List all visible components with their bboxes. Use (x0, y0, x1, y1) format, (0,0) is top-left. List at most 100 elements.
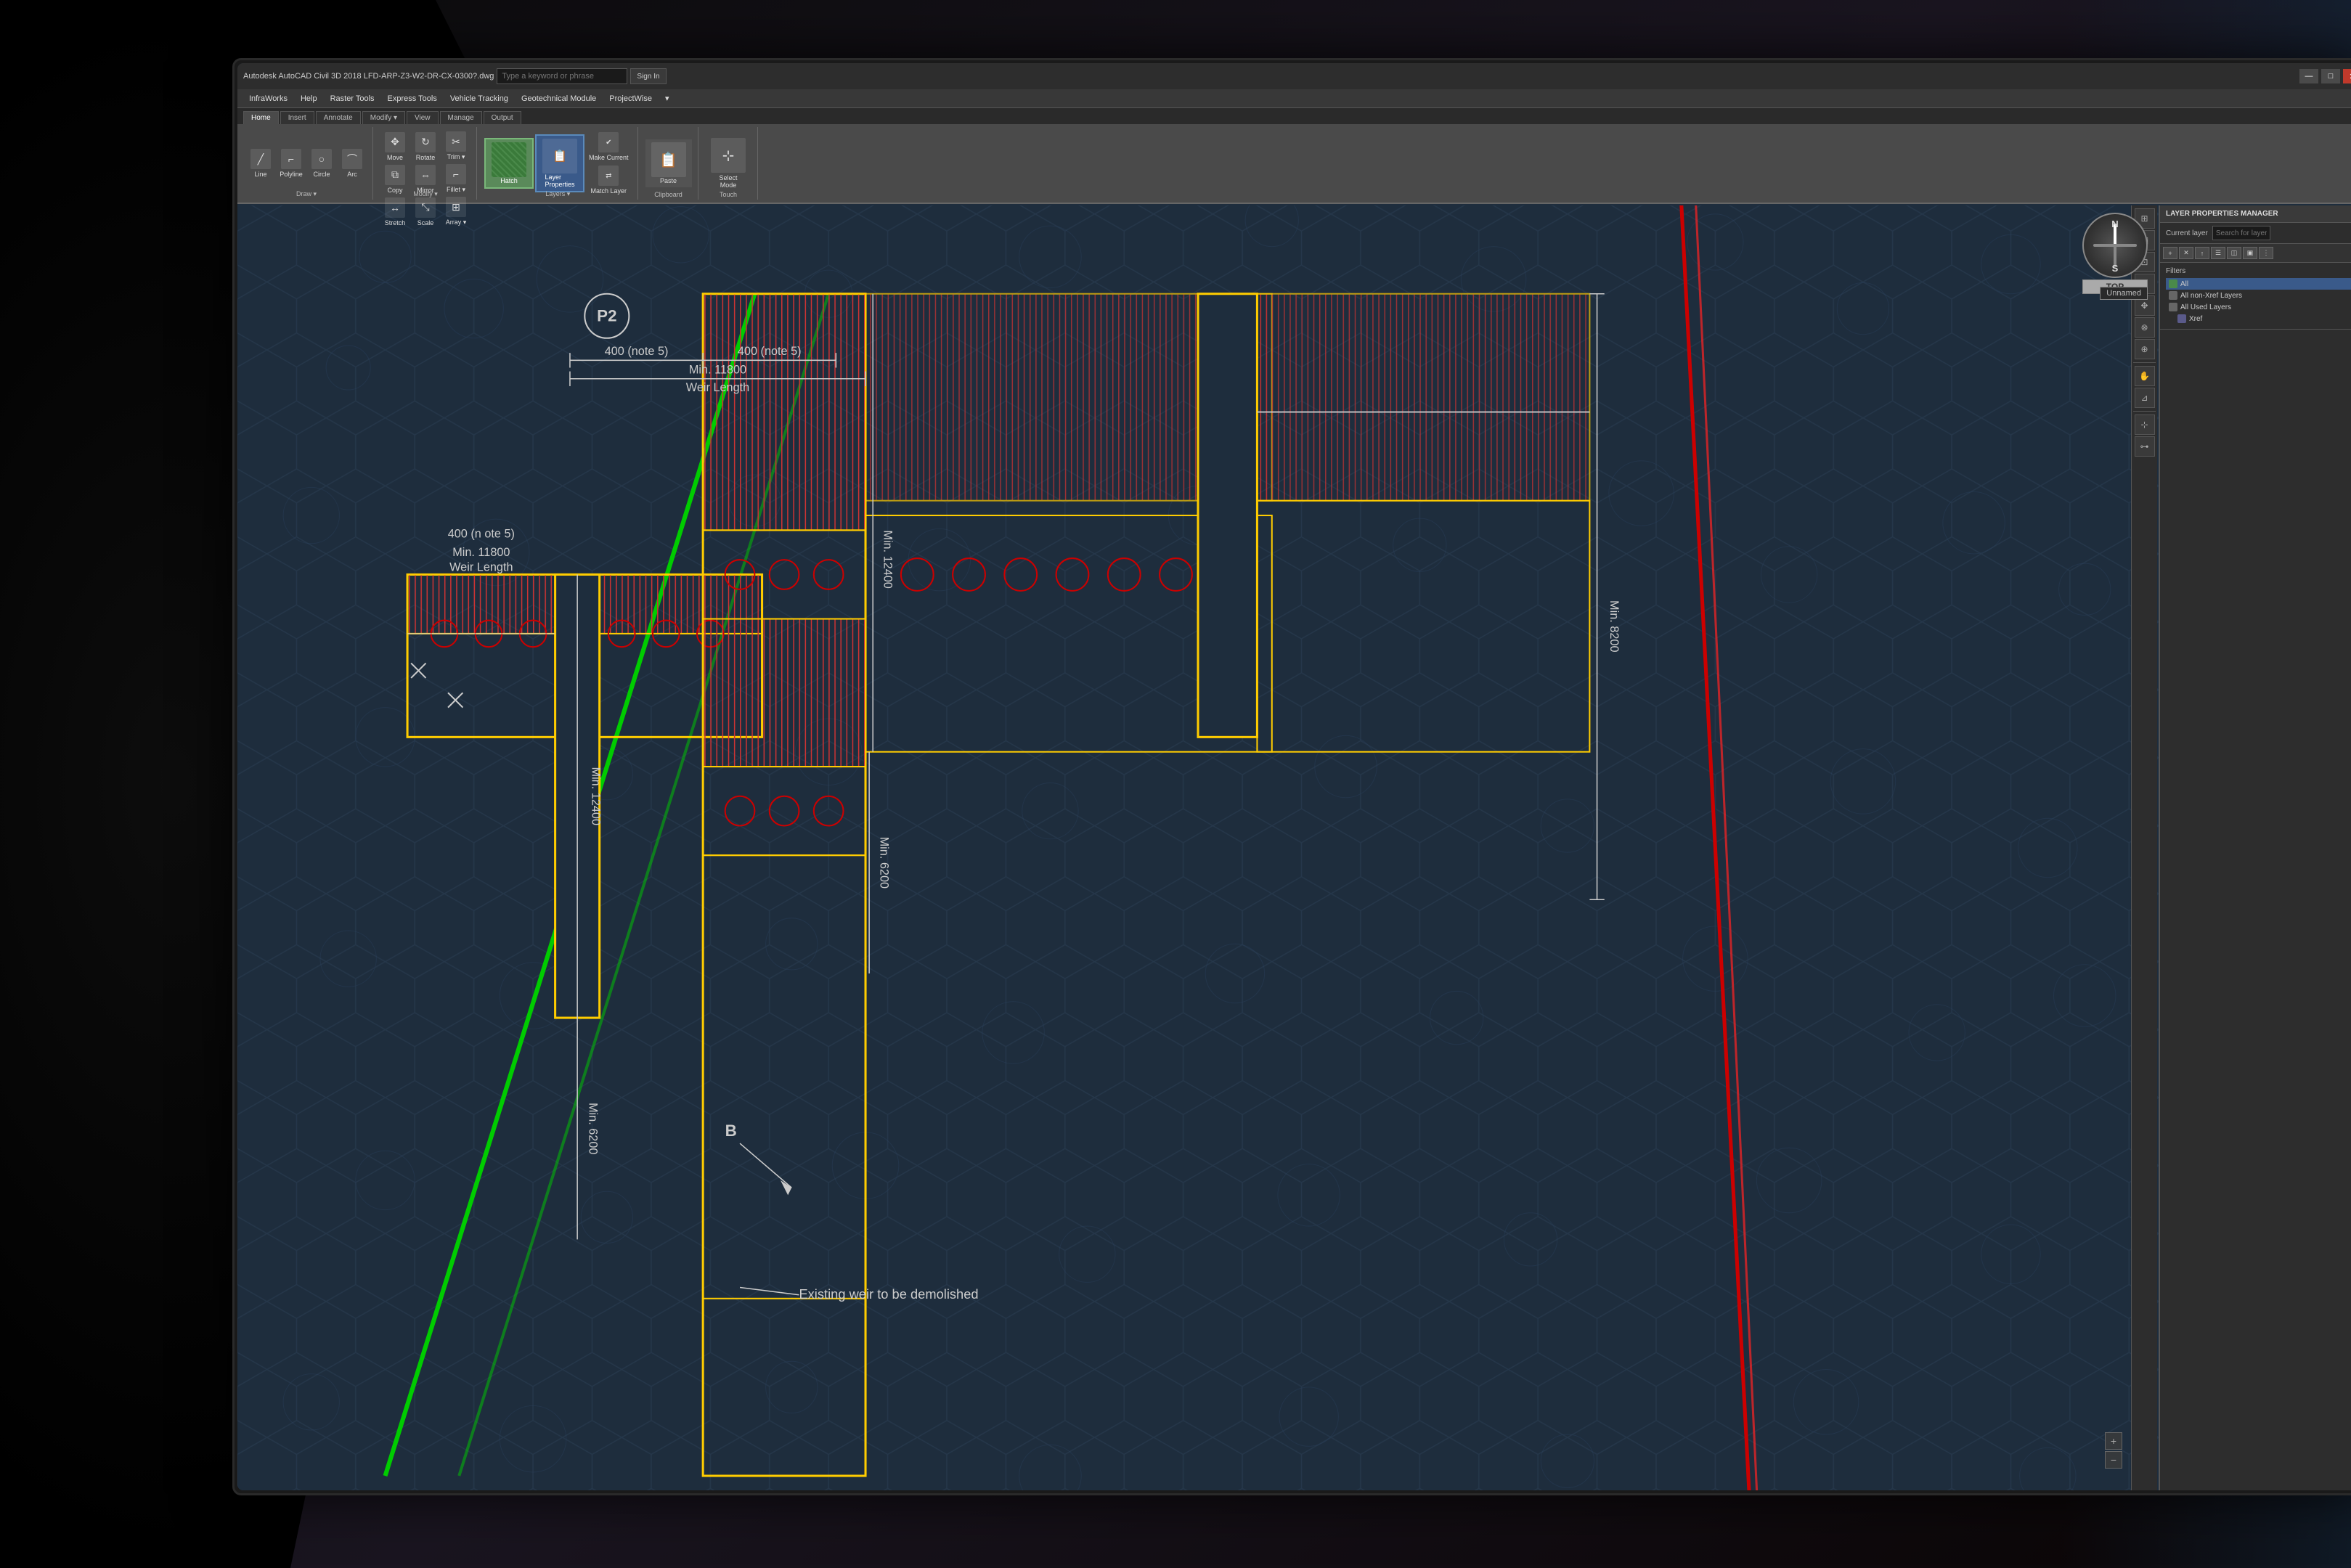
filter-xref[interactable]: Xref (2166, 313, 2351, 324)
filter-all[interactable]: All (2166, 278, 2351, 290)
rotate-button[interactable]: ↻ Rotate (411, 131, 440, 163)
stretch-label: Stretch (385, 219, 406, 226)
tab-annotate[interactable]: Annotate (316, 111, 361, 124)
stretch-button[interactable]: ↔ Stretch (380, 196, 410, 228)
copy-button[interactable]: ⧉ Copy (380, 163, 410, 195)
svg-text:Weir Length: Weir Length (686, 381, 749, 394)
filter-xref-label: Xref (2189, 315, 2202, 323)
line-button[interactable]: ╱ Line (246, 147, 275, 179)
stretch-icon: ↔ (385, 197, 405, 218)
trim-button[interactable]: ✂ Trim ▾ (441, 130, 470, 163)
modify-buttons-row1: ✥ Move ↻ Rotate ✂ Trim ▾ (380, 130, 470, 163)
clipboard-buttons: 📋 Paste (645, 130, 692, 197)
menu-more[interactable]: ▾ (659, 92, 675, 105)
paste-icon: 📋 (651, 142, 686, 177)
svg-text:P2: P2 (597, 306, 616, 324)
rt-btn-7[interactable]: ⊕ (2135, 339, 2155, 359)
circle-icon: ○ (311, 149, 332, 169)
layer-delete-button[interactable]: ✕ (2179, 247, 2193, 259)
menu-bar: InfraWorks Help Raster Tools Express Too… (237, 89, 2351, 108)
move-icon: ✥ (385, 132, 405, 152)
layer-properties-button[interactable]: 📋 LayerProperties (535, 134, 584, 192)
layer-add-button[interactable]: + (2163, 247, 2177, 259)
layer-refresh-button[interactable]: ▣ (2243, 247, 2257, 259)
svg-text:Min. 6200: Min. 6200 (586, 1103, 599, 1154)
scale-button[interactable]: ⤡ Scale (411, 196, 440, 228)
fillet-icon: ⌐ (446, 164, 466, 184)
tab-insert[interactable]: Insert (280, 111, 314, 124)
current-layer-label: Current layer (2166, 229, 2208, 237)
cad-drawing-area[interactable]: P2 400 (note 5) 400 (note 5) Min. 11800 … (237, 205, 2159, 1490)
scale-icon: ⤡ (415, 197, 436, 218)
make-current-label: Make Current (589, 154, 629, 161)
polyline-button[interactable]: ⌐ Polyline (277, 147, 306, 179)
zoom-out-button[interactable]: − (2105, 1451, 2122, 1469)
layer-search-input[interactable] (2212, 226, 2270, 240)
array-label: Array ▾ (446, 219, 467, 226)
trim-label: Trim ▾ (447, 153, 465, 161)
paste-button[interactable]: 📋 Paste (645, 139, 692, 187)
svg-text:400 (note 5): 400 (note 5) (738, 345, 802, 358)
tab-output[interactable]: Output (484, 111, 521, 124)
layer-settings-button[interactable]: ☰ (2211, 247, 2225, 259)
filter-non-xref[interactable]: All non-Xref Layers (2166, 290, 2351, 301)
filter-used[interactable]: All Used Layers (2166, 301, 2351, 313)
rt-btn-9[interactable]: ⊶ (2135, 436, 2155, 457)
hatch-button[interactable]: Hatch (484, 138, 534, 189)
menu-raster-tools[interactable]: Raster Tools (325, 93, 380, 105)
fillet-button[interactable]: ⌐ Fillet ▾ (441, 163, 470, 195)
maximize-button[interactable]: □ (2321, 69, 2340, 83)
svg-text:Min. 11800: Min. 11800 (452, 546, 510, 559)
make-current-button[interactable]: ✔ Make Current (586, 131, 632, 163)
tab-manage[interactable]: Manage (440, 111, 482, 124)
array-button[interactable]: ⊞ Array ▾ (441, 195, 470, 228)
menu-help[interactable]: Help (295, 93, 323, 105)
unnamed-box: Unnamed (2100, 287, 2148, 300)
svg-text:Min. 12400: Min. 12400 (881, 530, 894, 588)
zoom-in-button[interactable]: + (2105, 1432, 2122, 1450)
arc-button[interactable]: ⌒ Arc (338, 147, 367, 179)
compass-widget: N S TOP (2082, 213, 2148, 294)
rt-btn-8[interactable]: ⊹ (2135, 415, 2155, 435)
match-layer-button[interactable]: ⇄ Match Layer (586, 164, 632, 196)
zoom-controls: + − (2105, 1432, 2122, 1469)
layers-buttons: Hatch 📋 LayerProperties ✔ Make Current ⇄ (484, 130, 632, 197)
tab-modify[interactable]: Modify ▾ (362, 111, 405, 124)
tab-view[interactable]: View (407, 111, 439, 124)
select-mode-button[interactable]: ⊹ SelectMode (708, 136, 749, 190)
layer-up-button[interactable]: ↑ (2195, 247, 2209, 259)
menu-express-tools[interactable]: Express Tools (382, 93, 443, 105)
circle-button[interactable]: ○ Circle (307, 147, 336, 179)
menu-projectwise[interactable]: ProjectWise (603, 93, 658, 105)
svg-text:Min. 8200: Min. 8200 (1608, 600, 1621, 652)
minimize-button[interactable]: — (2299, 69, 2318, 83)
menu-geotechnical[interactable]: Geotechnical Module (516, 93, 602, 105)
svg-text:400 (note 5): 400 (note 5) (605, 345, 669, 358)
layers-group-label: Layers ▾ (545, 190, 570, 198)
menu-vehicle-tracking[interactable]: Vehicle Tracking (444, 93, 514, 105)
layer-panel-title: LAYER PROPERTIES MANAGER (2160, 205, 2351, 223)
sign-in-button[interactable]: Sign In (630, 68, 666, 84)
move-button[interactable]: ✥ Move (380, 131, 410, 163)
close-button[interactable]: ✕ (2343, 69, 2351, 83)
rt-btn-zoom-extent[interactable]: ⊿ (2135, 388, 2155, 408)
select-mode-label: SelectMode (720, 174, 738, 189)
trim-icon: ✂ (446, 131, 466, 152)
filter-non-xref-icon (2169, 291, 2177, 300)
filter-all-icon (2169, 279, 2177, 288)
layer-view-button[interactable]: ◫ (2227, 247, 2241, 259)
rt-btn-6[interactable]: ⊗ (2135, 317, 2155, 338)
keyword-search[interactable] (497, 68, 627, 84)
rt-divider-2 (2133, 411, 2156, 412)
layer-properties-panel: LAYER PROPERTIES MANAGER Current layer +… (2159, 205, 2351, 1490)
layer-current-row: Current layer (2160, 223, 2351, 244)
tab-home[interactable]: Home (243, 111, 279, 124)
filters-label: Filters (2166, 267, 2351, 275)
monitor-bezel: Autodesk AutoCAD Civil 3D 2018 LFD-ARP-Z… (232, 58, 2351, 1495)
move-label: Move (387, 154, 403, 161)
menu-infraworks[interactable]: InfraWorks (243, 93, 293, 105)
layer-more-button[interactable]: ⋮ (2259, 247, 2273, 259)
ribbon: ╱ Line ⌐ Polyline ○ Circle ⌒ Arc (237, 124, 2351, 204)
rt-btn-pan[interactable]: ✋ (2135, 366, 2155, 386)
filter-used-icon (2169, 303, 2177, 311)
